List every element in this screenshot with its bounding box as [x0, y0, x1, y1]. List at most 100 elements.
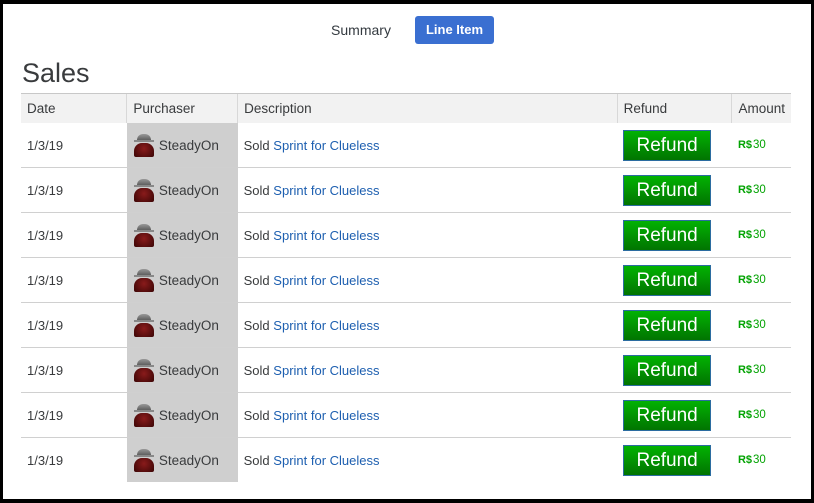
amount: R$ 30 [738, 229, 785, 241]
date-cell: 1/3/19 [21, 212, 127, 258]
column-header-amount: Amount [731, 93, 791, 123]
refund-button[interactable]: Refund [623, 399, 712, 431]
avatar-hat-brim-icon [133, 410, 154, 412]
avatar[interactable] [132, 133, 156, 157]
tab-summary[interactable]: Summary [325, 16, 397, 44]
avatar[interactable] [132, 223, 156, 247]
avatar[interactable] [132, 268, 156, 292]
purchaser[interactable]: SteadyOn [132, 403, 233, 427]
date-cell: 1/3/19 [21, 392, 127, 438]
purchaser[interactable]: SteadyOn [132, 448, 233, 472]
avatar[interactable] [132, 448, 156, 472]
refund-cell: Refund [617, 347, 732, 393]
amount: R$ 30 [738, 364, 785, 376]
refund-button[interactable]: Refund [623, 129, 712, 161]
refund-button[interactable]: Refund [623, 219, 712, 251]
item-link[interactable]: Sprint for Clueless [273, 318, 379, 333]
purchaser-cell[interactable]: SteadyOn [126, 392, 238, 438]
purchaser[interactable]: SteadyOn [132, 133, 233, 157]
description-prefix: Sold [243, 407, 270, 423]
purchaser-cell[interactable]: SteadyOn [126, 257, 238, 303]
purchaser-name[interactable]: SteadyOn [159, 228, 219, 243]
amount-cell: R$ 30 [731, 257, 791, 303]
table-row: 1/3/19 SteadyOn Sold Sprint for Clueless… [21, 302, 791, 348]
amount-cell: R$ 30 [731, 437, 791, 482]
table-header-row: Date Purchaser Description Refund Amount [21, 93, 791, 123]
purchaser-cell[interactable]: SteadyOn [126, 347, 238, 393]
purchaser-cell[interactable]: SteadyOn [126, 167, 238, 213]
item-link[interactable]: Sprint for Clueless [273, 363, 379, 378]
purchaser-name[interactable]: SteadyOn [159, 363, 219, 378]
avatar-hat-brim-icon [133, 275, 154, 277]
robux-icon: R$ [737, 409, 753, 421]
purchaser-name[interactable]: SteadyOn [159, 318, 219, 333]
refund-button[interactable]: Refund [623, 174, 712, 206]
refund-button[interactable]: Refund [623, 264, 712, 296]
description-prefix: Sold [243, 362, 270, 378]
robux-icon: R$ [737, 319, 753, 331]
avatar[interactable] [132, 313, 156, 337]
column-header-date: Date [21, 93, 127, 123]
refund-cell: Refund [617, 212, 732, 258]
item-link[interactable]: Sprint for Clueless [273, 273, 379, 288]
refund-button[interactable]: Refund [623, 309, 712, 341]
amount: R$ 30 [738, 139, 785, 151]
table-row: 1/3/19 SteadyOn Sold Sprint for Clueless… [21, 212, 791, 258]
date-cell: 1/3/19 [21, 257, 127, 303]
refund-cell: Refund [617, 437, 732, 482]
amount-cell: R$ 30 [731, 167, 791, 213]
description-prefix: Sold [243, 272, 270, 288]
robux-icon: R$ [737, 139, 753, 151]
purchaser-name[interactable]: SteadyOn [159, 183, 219, 198]
table-row: 1/3/19 SteadyOn Sold Sprint for Clueless… [21, 167, 791, 213]
purchaser[interactable]: SteadyOn [132, 313, 233, 337]
purchaser-cell[interactable]: SteadyOn [126, 212, 238, 258]
date-cell: 1/3/19 [27, 137, 64, 153]
purchaser-cell[interactable]: SteadyOn [126, 123, 238, 168]
item-link[interactable]: Sprint for Clueless [273, 408, 379, 423]
refund-cell: Refund [617, 257, 732, 303]
sales-table: Date Purchaser Description Refund Amount… [21, 93, 791, 482]
amount-value: 30 [753, 229, 766, 241]
refund-cell: Refund [617, 167, 732, 213]
purchaser-name[interactable]: SteadyOn [159, 273, 219, 288]
item-link[interactable]: Sprint for Clueless [273, 228, 379, 243]
item-link[interactable]: Sprint for Clueless [273, 453, 379, 468]
avatar[interactable] [132, 178, 156, 202]
item-link[interactable]: Sprint for Clueless [273, 138, 379, 153]
amount-value: 30 [753, 409, 766, 421]
purchaser[interactable]: SteadyOn [132, 268, 233, 292]
purchaser-cell[interactable]: SteadyOn [126, 437, 238, 482]
amount-cell: R$ 30 [731, 302, 791, 348]
avatar-hat-brim-icon [133, 365, 154, 367]
refund-button[interactable]: Refund [623, 444, 712, 476]
page-title: Sales [22, 58, 90, 88]
description-cell: Sold Sprint for Clueless [237, 347, 618, 393]
purchaser[interactable]: SteadyOn [132, 178, 233, 202]
avatar[interactable] [132, 403, 156, 427]
amount: R$ 30 [738, 319, 785, 331]
item-link[interactable]: Sprint for Clueless [273, 183, 379, 198]
amount-value: 30 [753, 319, 766, 331]
purchaser[interactable]: SteadyOn [132, 223, 233, 247]
purchaser[interactable]: SteadyOn [132, 358, 233, 382]
refund-button[interactable]: Refund [623, 354, 712, 386]
description-prefix: Sold [243, 317, 270, 333]
amount-cell: R$ 30 [732, 123, 791, 168]
avatar-body-icon [133, 413, 154, 427]
purchaser-name[interactable]: SteadyOn [159, 408, 219, 423]
avatar-body-icon [133, 143, 154, 157]
purchaser-name[interactable]: SteadyOn [159, 453, 219, 468]
avatar-body-icon [133, 278, 154, 292]
description-cell: Sold Sprint for Clueless [237, 437, 618, 482]
robux-icon: R$ [737, 454, 753, 466]
description-prefix: Sold [243, 227, 270, 243]
amount-value: 30 [753, 454, 766, 466]
refund-cell: Refund [617, 302, 732, 348]
avatar[interactable] [132, 358, 156, 382]
table-row: 1/3/19 SteadyOn Sold Sprint for Clueless… [21, 347, 791, 393]
purchaser-name[interactable]: SteadyOn [159, 138, 219, 153]
description-prefix: Sold [243, 137, 270, 153]
purchaser-cell[interactable]: SteadyOn [126, 302, 238, 348]
tab-line-item[interactable]: Line Item [415, 16, 494, 44]
